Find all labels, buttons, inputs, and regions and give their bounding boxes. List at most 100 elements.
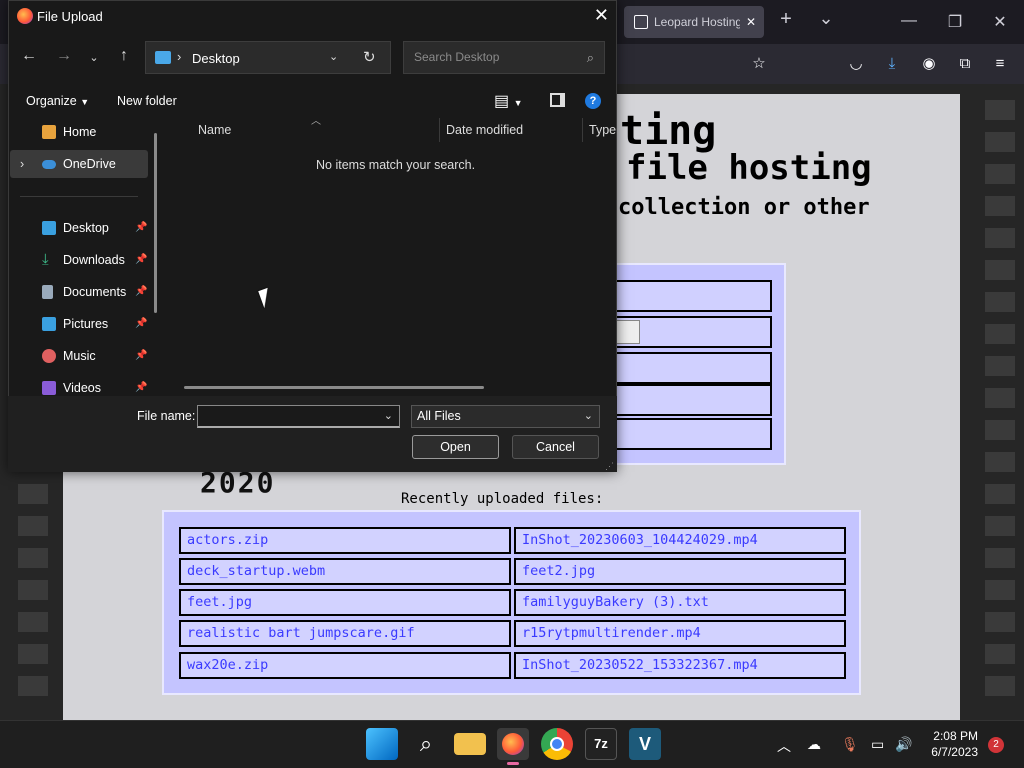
form-field[interactable]: [614, 280, 772, 312]
nav-item-pictures[interactable]: Pictures 📌: [10, 310, 148, 338]
7zip-icon[interactable]: 7z: [585, 728, 617, 760]
nav-label: Music: [63, 349, 96, 363]
nav-item-onedrive[interactable]: › OneDrive: [10, 150, 148, 178]
expand-chevron-icon[interactable]: ›: [20, 150, 24, 178]
nav-item-desktop[interactable]: Desktop 📌: [10, 214, 148, 242]
file-type-select[interactable]: All Files ⌄: [411, 405, 600, 428]
preview-pane-icon[interactable]: [550, 93, 565, 107]
account-icon[interactable]: ◉: [919, 54, 939, 74]
recent-files-label: Recently uploaded files:: [401, 491, 604, 507]
new-folder-button[interactable]: New folder: [117, 94, 177, 108]
notification-badge[interactable]: 2: [988, 737, 1004, 753]
file-link[interactable]: feet2.jpg: [514, 558, 846, 585]
nav-label: Videos: [63, 381, 101, 395]
folder-icon: [155, 51, 171, 64]
file-link[interactable]: InShot_20230603_104424029.mp4: [514, 527, 846, 554]
search-input[interactable]: Search Desktop ⌕: [403, 41, 605, 74]
pin-icon: 📌: [135, 350, 148, 361]
search-icon[interactable]: ⌕: [410, 728, 442, 760]
bookmark-star-icon[interactable]: ☆: [749, 54, 769, 74]
nav-item-home[interactable]: Home: [10, 118, 148, 146]
nav-scrollbar[interactable]: [154, 133, 157, 313]
minimize-button[interactable]: —: [894, 12, 924, 30]
menu-icon[interactable]: ≡: [990, 54, 1010, 74]
extensions-icon[interactable]: ⧉: [955, 54, 975, 74]
form-field[interactable]: [614, 384, 772, 416]
volume-icon[interactable]: 🔊: [895, 736, 912, 753]
browse-button[interactable]: [616, 320, 640, 344]
breadcrumb-chevron-icon: ›: [177, 49, 182, 64]
microphone-icon[interactable]: 🎙: [841, 736, 859, 753]
up-arrow-icon[interactable]: ↑: [114, 47, 134, 65]
empty-message: No items match your search.: [316, 158, 476, 172]
form-field[interactable]: [614, 352, 772, 384]
navigation-pane: Home › OneDrive Desktop 📌 ⤓ Downloads 📌 …: [10, 118, 158, 396]
forward-arrow-icon[interactable]: →: [54, 47, 74, 65]
address-dropdown-icon[interactable]: ⌄: [329, 50, 338, 63]
nav-item-documents[interactable]: Documents 📌: [10, 278, 148, 306]
tray-chevron-up-icon[interactable]: ︿: [777, 736, 791, 756]
pin-icon: 📌: [135, 318, 148, 329]
restore-button[interactable]: ❐: [940, 12, 970, 32]
column-header-name[interactable]: Name: [198, 123, 231, 137]
file-link[interactable]: feet.jpg: [179, 589, 511, 616]
browser-tab[interactable]: Leopard Hosting ✕: [624, 6, 764, 38]
pin-icon: 📌: [135, 382, 148, 393]
file-name-input[interactable]: ⌄: [197, 405, 400, 428]
recent-locations-icon[interactable]: ⌄: [84, 51, 104, 64]
nav-item-videos[interactable]: Videos 📌: [10, 374, 148, 396]
file-link[interactable]: realistic bart jumpscare.gif: [179, 620, 511, 647]
file-link[interactable]: actors.zip: [179, 527, 511, 554]
search-placeholder: Search Desktop: [414, 50, 500, 64]
download-icon: ⤓: [42, 251, 49, 268]
tab-list-button[interactable]: ⌄: [811, 8, 841, 29]
cloud-sync-icon[interactable]: ☁: [807, 736, 821, 753]
column-header-date[interactable]: Date modified: [446, 123, 523, 137]
cancel-button[interactable]: Cancel: [512, 435, 599, 459]
downloads-icon[interactable]: ⤓: [882, 54, 902, 74]
file-link[interactable]: r15rytpmultirender.mp4: [514, 620, 846, 647]
horizontal-scrollbar[interactable]: [184, 386, 484, 389]
file-name-dropdown-icon[interactable]: ⌄: [384, 409, 393, 422]
open-button[interactable]: Open: [412, 435, 499, 459]
windows-start-icon[interactable]: [366, 728, 398, 760]
nav-item-music[interactable]: Music 📌: [10, 342, 148, 370]
file-list: Name ︿ Date modified Type No items match…: [165, 116, 617, 396]
vegas-icon[interactable]: V: [629, 728, 661, 760]
column-header-type[interactable]: Type: [589, 123, 616, 137]
file-link[interactable]: InShot_20230522_153322367.mp4: [514, 652, 846, 679]
form-field[interactable]: [614, 418, 772, 450]
organize-button[interactable]: Organize ▼: [26, 94, 89, 108]
column-divider[interactable]: [439, 118, 440, 142]
dialog-close-icon[interactable]: ✕: [594, 5, 609, 26]
system-clock[interactable]: 2:08 PM 6/7/2023: [924, 728, 978, 760]
video-icon: [42, 381, 56, 395]
resize-grip-icon[interactable]: ⋰: [605, 461, 614, 472]
file-explorer-icon[interactable]: [454, 733, 486, 755]
recent-files-box: actors.zip InShot_20230603_104424029.mp4…: [162, 510, 861, 695]
pocket-icon[interactable]: ◡: [846, 54, 866, 74]
column-divider[interactable]: [582, 118, 583, 142]
file-link[interactable]: deck_startup.webm: [179, 558, 511, 585]
help-icon[interactable]: ?: [585, 93, 601, 109]
nav-label: Desktop: [63, 221, 109, 235]
tab-favicon-icon: [634, 15, 648, 29]
new-tab-button[interactable]: +: [771, 8, 801, 31]
view-options-icon[interactable]: ▤ ▼: [494, 91, 522, 111]
firefox-icon[interactable]: [497, 728, 529, 765]
nav-label: Documents: [63, 285, 127, 299]
breadcrumb-location[interactable]: Desktop: [192, 51, 240, 66]
refresh-icon[interactable]: ↻: [363, 48, 376, 66]
back-arrow-icon[interactable]: ←: [19, 47, 39, 65]
file-link[interactable]: familyguyBakery (3).txt: [514, 589, 846, 616]
tab-close-icon[interactable]: ✕: [746, 15, 764, 29]
close-window-button[interactable]: ✕: [985, 12, 1015, 32]
file-link[interactable]: wax20e.zip: [179, 652, 511, 679]
chrome-icon[interactable]: [541, 728, 573, 760]
tab-title: Leopard Hosting: [654, 15, 740, 29]
file-name-label: File name:: [137, 409, 196, 423]
nav-item-downloads[interactable]: ⤓ Downloads 📌: [10, 246, 148, 274]
pin-icon: 📌: [135, 286, 148, 297]
network-icon[interactable]: ▭: [871, 736, 884, 753]
address-bar[interactable]: › Desktop ⌄ ↻: [145, 41, 391, 74]
